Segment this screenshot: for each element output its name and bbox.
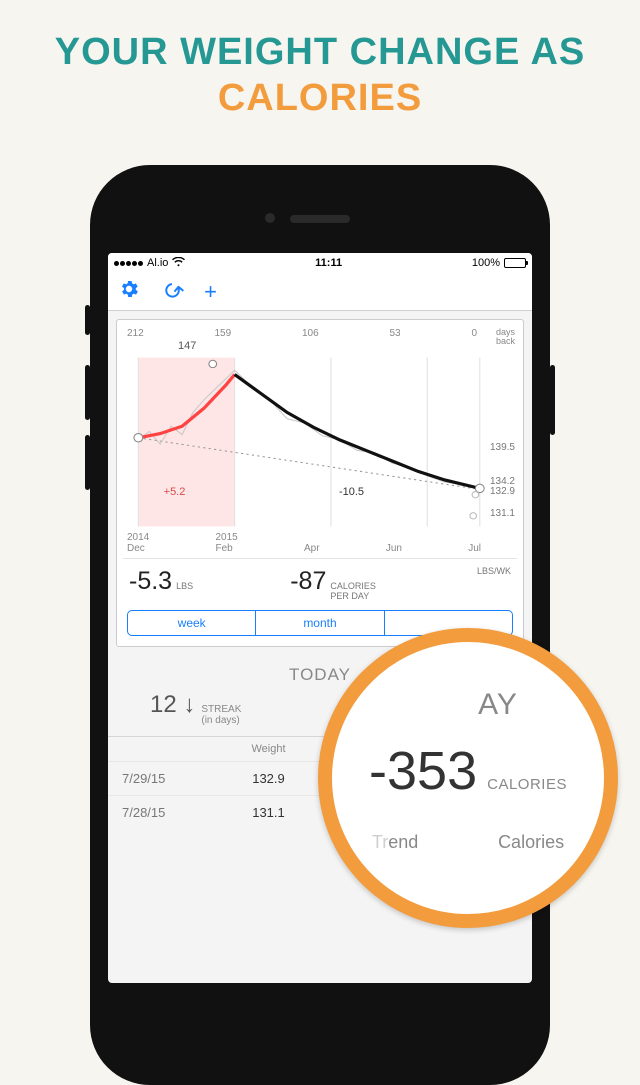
stat-rate: LBS/WK — [473, 567, 511, 602]
peak-label: 147 — [178, 340, 196, 352]
chart-card: 212 159 106 53 0 daysback 147 — [116, 319, 524, 647]
headline-line2: CALORIES — [20, 76, 620, 122]
stat-lbs: -5.3 LBS — [129, 567, 193, 602]
y-tick: 132.9 — [490, 486, 515, 497]
promo-headline: YOUR WEIGHT CHANGE AS CALORIES — [0, 0, 640, 131]
lens-calories-unit: CALORIES — [487, 776, 567, 793]
delta-labels: +5.2 -10.5 — [127, 486, 481, 498]
status-bar: Al.io 11:11 100% — [108, 253, 532, 273]
lens-col-calories: Calories — [498, 832, 564, 853]
headline-line1: YOUR WEIGHT CHANGE AS — [20, 30, 620, 76]
settings-button[interactable] — [118, 278, 140, 306]
seg-week[interactable]: week — [128, 611, 256, 635]
battery-icon — [504, 258, 526, 268]
lens-calories-value: -353 — [369, 740, 477, 802]
arrow-down-icon — [183, 691, 195, 718]
lens-trend-frag: Trend — [372, 832, 418, 853]
top-axis-ticks: 212 159 106 53 0 daysback — [123, 328, 481, 339]
wifi-icon — [172, 257, 185, 270]
signal-dots-icon — [114, 261, 143, 266]
stats-row: -5.3 LBS -87 CALORIESPER DAY LBS/WK — [123, 558, 517, 608]
seg-month[interactable]: month — [256, 611, 384, 635]
add-button[interactable]: + — [204, 279, 217, 305]
magnifier-lens: AY -353 CALORIES Trend Calories — [318, 628, 618, 928]
toolbar: ↻ + — [108, 273, 532, 311]
weight-chart[interactable]: 212 159 106 53 0 daysback 147 — [123, 326, 517, 558]
lens-fragment-top: AY — [392, 688, 604, 722]
y-tick: 139.5 — [490, 442, 515, 453]
stat-calories: -87 CALORIESPER DAY — [290, 567, 376, 602]
phone-frame: Al.io 11:11 100% ↻ + 212 — [90, 165, 550, 1085]
clock: 11:11 — [315, 257, 342, 269]
battery-pct: 100% — [472, 257, 500, 269]
bottom-axis-ticks: 2014Dec 2015Feb Apr Jun Jul — [127, 532, 481, 554]
y-tick: 131.1 — [490, 508, 515, 519]
refresh-button[interactable]: ↻ — [155, 274, 189, 309]
carrier-label: Al.io — [147, 257, 168, 269]
